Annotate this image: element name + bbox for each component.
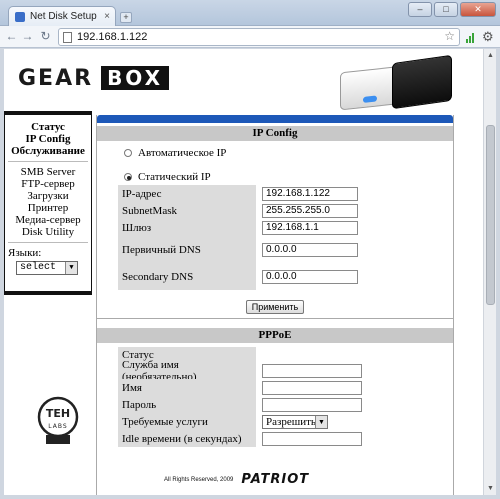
subnet-mask-row: SubnetMask 255.255.255.0: [118, 202, 440, 219]
sidebar-item-downloads[interactable]: Загрузки: [5, 190, 91, 202]
address-bar[interactable]: 192.168.1.122 ☆: [58, 28, 460, 46]
chevron-down-icon: ▼: [65, 262, 77, 274]
watermark-text-1: TEH: [46, 407, 70, 420]
secondary-dns-input[interactable]: 0.0.0.0: [262, 269, 358, 284]
ip-address-row: IP-адрес 192.168.1.122: [118, 185, 440, 202]
sidebar-item-status[interactable]: Статус: [5, 121, 91, 133]
apply-row: Применить: [97, 296, 453, 319]
ip-config-header: IP Config: [97, 126, 453, 141]
vertical-scrollbar[interactable]: ▲ ▼: [483, 49, 496, 495]
logo-gear-text: GEAR: [18, 65, 94, 91]
favicon-icon: [15, 11, 25, 22]
accent-bar: [97, 115, 453, 123]
pppoe-name-label: Имя: [118, 379, 256, 396]
minimize-button[interactable]: –: [408, 2, 432, 17]
page-icon: [63, 32, 72, 43]
watermark-text-2: LABS: [48, 423, 67, 430]
sidebar-item-disk-utility[interactable]: Disk Utility: [5, 226, 91, 238]
wrench-icon[interactable]: ⚙: [482, 29, 494, 45]
techlabs-watermark-logo: TEH LABS: [37, 396, 79, 444]
auto-ip-label: Автоматическое IP: [138, 147, 227, 159]
chevron-down-icon: ▼: [315, 415, 327, 428]
apply-button[interactable]: Применить: [245, 300, 305, 314]
auto-ip-option[interactable]: Автоматическое IP: [97, 145, 453, 161]
pppoe-service-label: Служба имя (необязательно): [118, 359, 256, 383]
forward-arrow-icon[interactable]: →: [20, 29, 35, 44]
main-content: IP Config Автоматическое IP Статический …: [96, 115, 454, 495]
device-product-image: [340, 54, 458, 111]
browser-titlebar: Net Disk Setup × + – □ ✕: [0, 0, 500, 26]
language-select[interactable]: select ▼: [16, 261, 78, 275]
primary-dns-row: Первичный DNS 0.0.0.0: [118, 236, 440, 263]
new-tab-button[interactable]: +: [120, 12, 132, 23]
reload-icon[interactable]: ↻: [38, 29, 53, 44]
gateway-input[interactable]: 192.168.1.1: [262, 220, 358, 235]
secondary-dns-row: Secondary DNS 0.0.0.0: [118, 263, 440, 290]
sidebar-divider: [8, 242, 88, 243]
page-viewport: GEAR BOX Статус IP Config Обслуживание S…: [4, 49, 496, 495]
pppoe-password-input[interactable]: [262, 397, 362, 412]
tab-close-icon[interactable]: ×: [104, 11, 110, 22]
gateway-label: Шлюз: [118, 219, 256, 236]
footer: All Rights Reserved, 2009 PATRIOT: [164, 472, 309, 487]
pppoe-required-label: Требуемые услуги: [118, 413, 256, 430]
sidebar-item-ftp[interactable]: FTP-сервер: [5, 178, 91, 190]
subnet-mask-input[interactable]: 255.255.255.0: [262, 203, 358, 218]
gateway-row: Шлюз 192.168.1.1: [118, 219, 440, 236]
pppoe-password-row: Пароль: [118, 396, 440, 413]
pppoe-service-input[interactable]: [262, 363, 362, 378]
browser-toolbar: ← → ↻ 192.168.1.122 ☆ ⚙: [0, 26, 500, 48]
pppoe-name-input[interactable]: [262, 380, 362, 395]
tab-title: Net Disk Setup: [30, 11, 97, 22]
scroll-up-icon[interactable]: ▲: [486, 51, 495, 60]
pppoe-idle-label: Idle времени (в секундах): [118, 430, 256, 447]
sidebar-item-media[interactable]: Медиа-сервер: [5, 214, 91, 226]
subnet-mask-label: SubnetMask: [118, 202, 256, 219]
sidebar: Статус IP Config Обслуживание SMB Server…: [4, 111, 92, 295]
patriot-logo: PATRIOT: [241, 472, 310, 487]
language-label: Языки:: [8, 247, 42, 259]
primary-dns-label: Первичный DNS: [118, 236, 256, 263]
browser-tab[interactable]: Net Disk Setup ×: [8, 6, 116, 26]
sidebar-item-smb[interactable]: SMB Server: [5, 166, 91, 178]
ip-address-input[interactable]: 192.168.1.122: [262, 186, 358, 201]
primary-dns-input[interactable]: 0.0.0.0: [262, 242, 358, 257]
secondary-dns-label: Secondary DNS: [118, 263, 256, 290]
back-arrow-icon[interactable]: ←: [4, 29, 19, 44]
close-window-button[interactable]: ✕: [460, 2, 496, 17]
pppoe-required-value: Разрешить: [266, 415, 316, 428]
copyright-text: All Rights Reserved, 2009: [164, 476, 234, 483]
address-url[interactable]: 192.168.1.122: [77, 31, 147, 43]
static-ip-label: Статический IP: [138, 171, 211, 183]
language-select-value: select: [20, 262, 57, 273]
static-ip-radio[interactable]: [124, 173, 132, 181]
sidebar-item-printer[interactable]: Принтер: [5, 202, 91, 214]
pppoe-password-label: Пароль: [118, 396, 256, 413]
sidebar-item-maintenance[interactable]: Обслуживание: [5, 145, 91, 157]
window-controls: – □ ✕: [408, 2, 496, 17]
gearbox-logo: GEAR BOX: [18, 65, 170, 91]
pppoe-idle-row: Idle времени (в секундах): [118, 430, 440, 447]
static-ip-option[interactable]: Статический IP: [97, 169, 453, 185]
pppoe-idle-input[interactable]: [262, 431, 362, 446]
sidebar-item-ip-config[interactable]: IP Config: [5, 133, 91, 145]
pppoe-header: PPPoE: [97, 328, 453, 343]
ip-address-label: IP-адрес: [118, 185, 256, 202]
pppoe-required-select[interactable]: Разрешить ▼: [262, 414, 328, 429]
bookmark-star-icon[interactable]: ☆: [444, 29, 455, 43]
pppoe-service-row: Служба имя (необязательно): [118, 359, 440, 383]
scrollbar-thumb[interactable]: [486, 125, 495, 305]
pppoe-required-row: Требуемые услуги Разрешить ▼: [118, 413, 440, 430]
scroll-down-icon[interactable]: ▼: [486, 484, 495, 493]
sidebar-divider: [8, 161, 88, 162]
logo-box-text: BOX: [101, 66, 170, 90]
maximize-button[interactable]: □: [434, 2, 458, 17]
pppoe-name-row: Имя: [118, 379, 440, 396]
extension-signal-icon[interactable]: [466, 31, 476, 43]
auto-ip-radio[interactable]: [124, 149, 132, 157]
